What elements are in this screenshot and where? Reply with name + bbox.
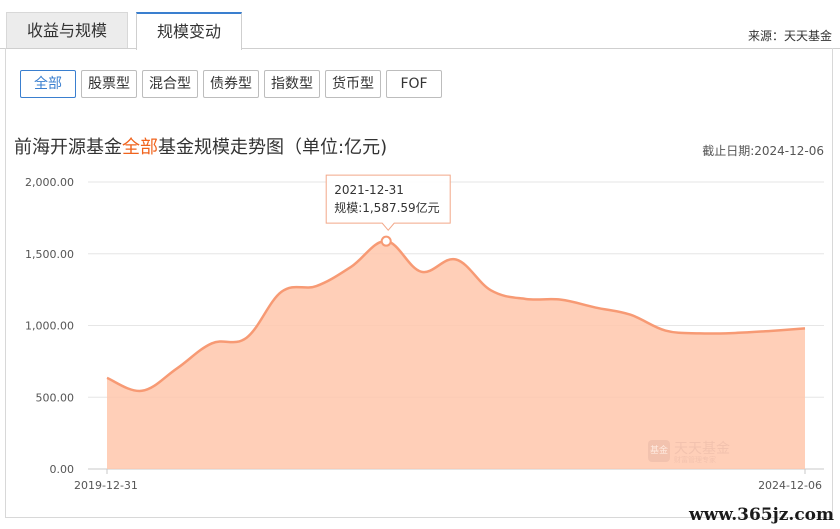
watermark-sub: 财富管理专家 <box>674 456 716 464</box>
y-tick-label: 1,000.00 <box>25 320 74 333</box>
y-tick-label: 500.00 <box>36 391 75 404</box>
tooltip-value: 规模:1,587.59亿元 <box>334 200 439 215</box>
x-tick-label: 2019-12-31 <box>74 479 138 492</box>
series-area <box>107 241 805 469</box>
tooltip-marker <box>380 235 392 247</box>
x-tick-label: 2024-12-06 <box>758 479 822 492</box>
tooltip-date: 2021-12-31 <box>334 183 404 197</box>
y-tick-label: 0.00 <box>50 463 75 476</box>
watermark-badge: 基金 <box>648 440 670 462</box>
y-tick-label: 1,500.00 <box>25 248 74 261</box>
y-tick-label: 2,000.00 <box>25 176 74 189</box>
watermark-site: www.365jz.com <box>689 505 834 525</box>
